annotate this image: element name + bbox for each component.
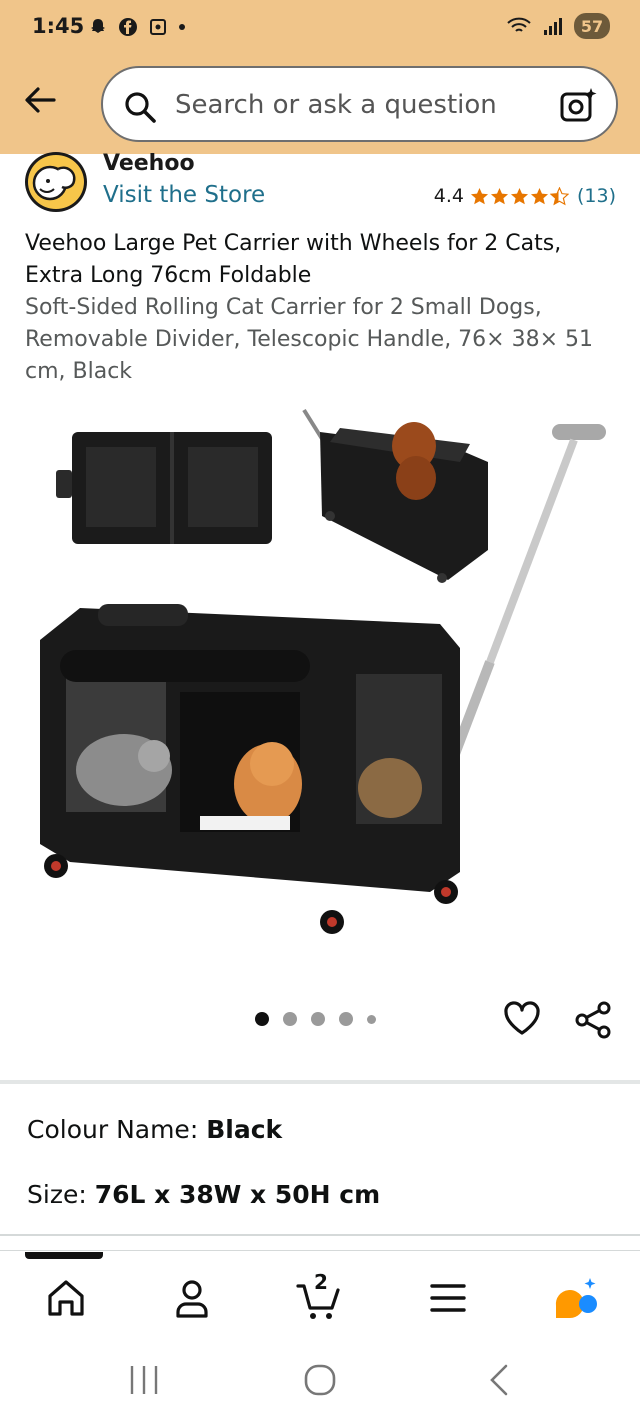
account-icon[interactable] bbox=[168, 1274, 216, 1322]
cart-count: 2 bbox=[314, 1270, 328, 1294]
size-value: 76L x 38W x 50H cm bbox=[94, 1180, 381, 1209]
pagination-dot[interactable] bbox=[283, 1012, 297, 1026]
section-divider bbox=[0, 1234, 640, 1236]
size-variant[interactable]: Size: 76L x 38W x 50H cm bbox=[27, 1180, 380, 1209]
rating-value: 4.4 bbox=[433, 185, 464, 207]
visit-store-link[interactable]: Visit the Store bbox=[103, 182, 265, 208]
signal-icon bbox=[544, 18, 562, 35]
star-icon bbox=[490, 187, 509, 204]
camera-lens-icon[interactable] bbox=[558, 86, 598, 126]
carrier-with-dog-thumbnail bbox=[302, 408, 488, 583]
wifi-icon bbox=[507, 17, 531, 32]
back-arrow-icon[interactable] bbox=[20, 80, 60, 120]
home-button-icon[interactable] bbox=[300, 1360, 340, 1400]
section-divider bbox=[0, 1250, 640, 1251]
system-navigation bbox=[0, 1342, 640, 1422]
heart-icon[interactable] bbox=[502, 998, 542, 1038]
recent-apps-icon[interactable] bbox=[124, 1360, 164, 1400]
folded-carrier-thumbnail bbox=[56, 432, 272, 544]
star-icon bbox=[510, 187, 529, 204]
main-carrier bbox=[40, 604, 460, 892]
battery-level: 57 bbox=[574, 13, 610, 39]
image-pagination[interactable] bbox=[255, 1012, 376, 1026]
snapchat-icon bbox=[91, 19, 105, 33]
cart-button[interactable]: 2 bbox=[296, 1270, 344, 1322]
dot-icon bbox=[179, 24, 185, 30]
pagination-dot[interactable] bbox=[339, 1012, 353, 1026]
dog-logo-icon bbox=[32, 165, 76, 201]
back-button-icon[interactable] bbox=[480, 1360, 520, 1400]
brand-name: Veehoo bbox=[103, 151, 195, 176]
pagination-dot[interactable] bbox=[367, 1014, 376, 1024]
product-title: Veehoo Large Pet Carrier with Wheels for… bbox=[25, 231, 562, 288]
active-tab-indicator bbox=[25, 1252, 103, 1259]
app-header: 1:45 57 bbox=[0, 0, 640, 154]
star-rating bbox=[470, 186, 569, 206]
search-bar[interactable] bbox=[101, 66, 618, 142]
search-input[interactable] bbox=[175, 86, 545, 124]
menu-icon[interactable] bbox=[424, 1274, 472, 1322]
search-icon bbox=[125, 92, 156, 123]
facebook-icon bbox=[119, 18, 137, 36]
share-icon[interactable] bbox=[574, 1000, 614, 1040]
colour-value: Black bbox=[206, 1115, 283, 1144]
section-divider bbox=[0, 1080, 640, 1084]
rufus-assistant-icon[interactable] bbox=[552, 1274, 600, 1322]
size-label: Size: bbox=[27, 1180, 87, 1209]
rating-summary[interactable]: 4.4 (13) bbox=[434, 185, 616, 207]
bottom-navigation: 2 bbox=[0, 1252, 640, 1342]
star-icon bbox=[530, 187, 549, 204]
status-time: 1:45 bbox=[32, 14, 85, 38]
pagination-dot-active[interactable] bbox=[255, 1012, 269, 1026]
review-count[interactable]: (13) bbox=[577, 185, 616, 207]
colour-variant[interactable]: Colour Name: Black bbox=[27, 1115, 282, 1144]
product-subtitle: Soft-Sided Rolling Cat Carrier for 2 Sma… bbox=[25, 295, 594, 384]
pagination-dot[interactable] bbox=[311, 1012, 325, 1026]
brand-logo[interactable] bbox=[25, 152, 87, 212]
product-image[interactable] bbox=[0, 392, 640, 992]
star-icon bbox=[470, 187, 489, 204]
star-half-icon bbox=[549, 186, 569, 205]
system-status: 57 bbox=[506, 13, 610, 39]
notification-icons bbox=[88, 17, 186, 37]
screenshot-icon bbox=[150, 19, 166, 35]
status-bar: 1:45 57 bbox=[0, 0, 640, 58]
colour-label: Colour Name: bbox=[27, 1115, 199, 1144]
home-icon[interactable] bbox=[42, 1274, 90, 1322]
